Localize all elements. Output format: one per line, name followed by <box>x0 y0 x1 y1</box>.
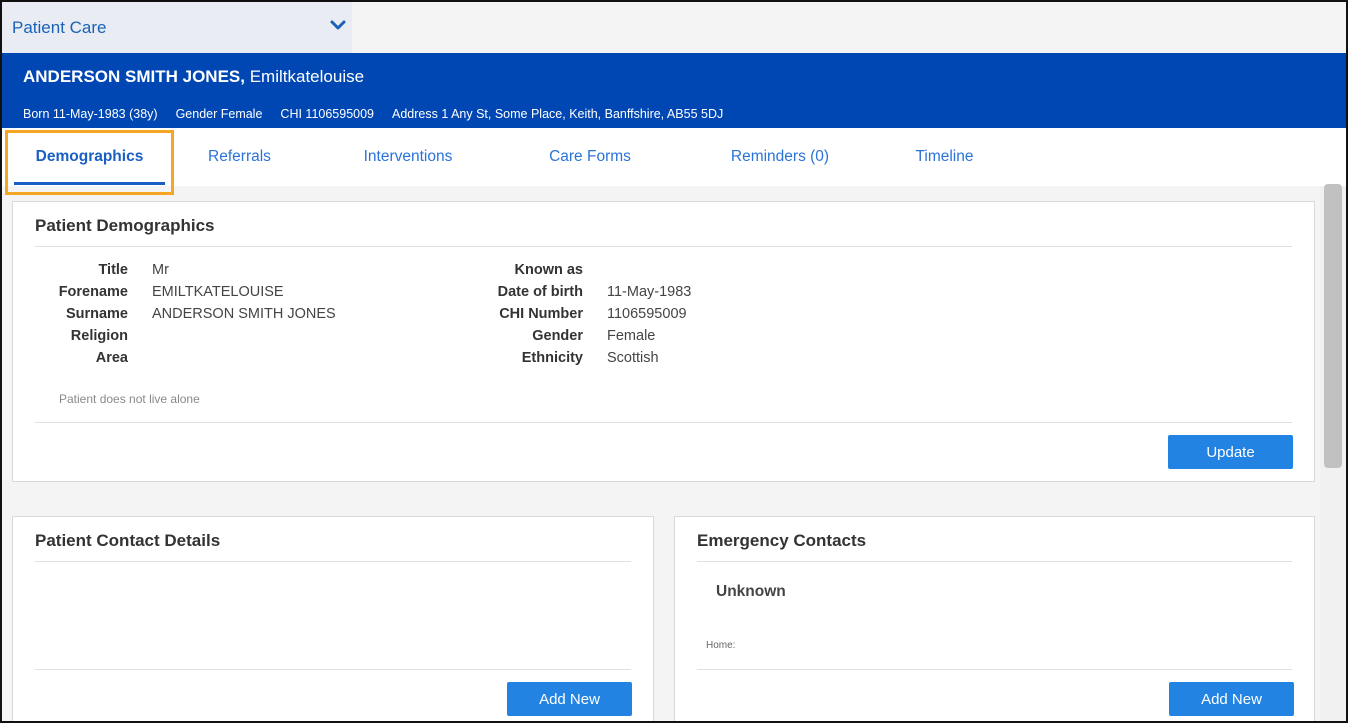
ethnicity-value: Scottish <box>607 350 659 366</box>
contact-details-card: Patient Contact Details Add New <box>12 516 654 723</box>
demographics-title: Patient Demographics <box>35 216 215 235</box>
surname-value: ANDERSON SMITH JONES <box>152 306 336 322</box>
tab-bar: Demographics Referrals Interventions Car… <box>2 128 1346 186</box>
module-dropdown-label: Patient Care <box>12 17 107 37</box>
title-value: Mr <box>152 262 169 278</box>
patient-banner: ANDERSON SMITH JONES, Emiltkatelouise Bo… <box>2 53 1346 128</box>
title-label: Title <box>98 262 128 278</box>
area-label: Area <box>95 350 128 366</box>
dob-label: Date of birth <box>497 284 583 300</box>
live-alone-note: Patient does not live alone <box>59 392 200 406</box>
top-bar: Patient Care <box>2 2 1346 53</box>
patient-address: Address 1 Any St, Some Place, Keith, Ban… <box>392 107 724 121</box>
patient-name: ANDERSON SMITH JONES, Emiltkatelouise <box>23 67 364 87</box>
forename-label: Forename <box>58 284 128 300</box>
emergency-contact-home: Home: <box>706 640 736 651</box>
tab-care-forms[interactable]: Care Forms <box>532 128 648 186</box>
patient-born: Born 11-May-1983 (38y) <box>23 107 158 121</box>
scrollbar-thumb[interactable] <box>1324 184 1342 468</box>
religion-label: Religion <box>70 328 128 344</box>
tab-demographics[interactable]: Demographics <box>14 128 165 186</box>
divider <box>697 669 1292 670</box>
patient-info: Born 11-May-1983 (38y) Gender Female CHI… <box>23 107 723 121</box>
vertical-scrollbar[interactable] <box>1320 184 1346 721</box>
patient-chi: CHI 1106595009 <box>280 107 375 121</box>
contact-details-title: Patient Contact Details <box>35 531 221 550</box>
divider <box>697 561 1292 562</box>
emergency-contacts-title: Emergency Contacts <box>697 531 867 550</box>
divider <box>35 422 1292 423</box>
divider <box>35 669 631 670</box>
known-as-label: Known as <box>514 262 583 278</box>
chi-value: 1106595009 <box>607 306 687 322</box>
emergency-contact-name: Unknown <box>716 583 786 600</box>
add-emergency-contact-button[interactable]: Add New <box>1169 682 1294 716</box>
patient-forename: Emiltkatelouise <box>249 67 365 86</box>
divider <box>35 561 631 562</box>
demographics-card: Patient Demographics Title Mr Forename E… <box>12 201 1315 482</box>
module-dropdown[interactable]: Patient Care <box>2 2 352 53</box>
tab-timeline[interactable]: Timeline <box>897 128 992 186</box>
emergency-contacts-card: Emergency Contacts Unknown Home: Add New <box>674 516 1315 723</box>
gender-value: Female <box>607 328 656 344</box>
divider <box>35 246 1292 247</box>
chevron-down-icon <box>330 20 346 30</box>
gender-label: Gender <box>532 328 583 344</box>
chi-label: CHI Number <box>499 306 583 322</box>
tab-interventions[interactable]: Interventions <box>342 128 474 186</box>
forename-value: EMILTKATELOUISE <box>152 284 284 300</box>
update-button[interactable]: Update <box>1168 435 1293 469</box>
main-content: Patient Demographics Title Mr Forename E… <box>2 186 1320 723</box>
tab-reminders[interactable]: Reminders (0) <box>712 128 848 186</box>
patient-surname: ANDERSON SMITH JONES, <box>23 67 245 86</box>
add-contact-button[interactable]: Add New <box>507 682 632 716</box>
tab-referrals[interactable]: Referrals <box>192 128 287 186</box>
patient-gender: Gender Female <box>175 107 263 121</box>
ethnicity-label: Ethnicity <box>521 350 583 366</box>
dob-value: 11-May-1983 <box>607 284 692 300</box>
surname-label: Surname <box>65 306 128 322</box>
